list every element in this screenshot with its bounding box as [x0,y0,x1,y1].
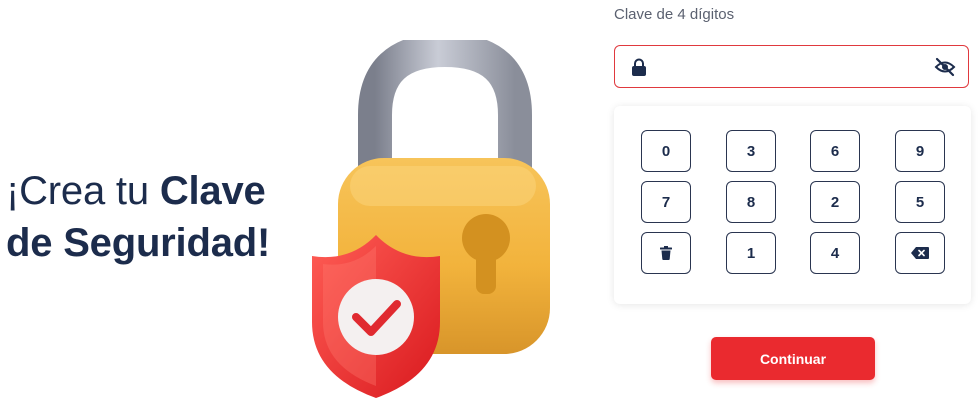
pin-field-label: Clave de 4 dígitos [614,6,735,23]
key-1[interactable]: 1 [726,232,776,274]
key-8[interactable]: 8 [726,181,776,223]
padlock-shield-illustration [312,40,550,398]
key-3[interactable]: 3 [726,130,776,172]
clear-button[interactable] [641,232,691,274]
pin-field[interactable] [614,45,969,88]
pin-input[interactable] [657,52,931,84]
key-2[interactable]: 2 [810,181,860,223]
continue-button[interactable]: Continuar [711,337,875,380]
key-0[interactable]: 0 [641,130,691,172]
key-7[interactable]: 7 [641,181,691,223]
key-4[interactable]: 4 [810,232,860,274]
trash-icon [660,246,672,260]
page-headline: ¡Crea tu Clave de Seguridad! [6,165,270,269]
check-circle [338,279,414,355]
eye-off-icon[interactable] [934,57,956,77]
lock-icon [632,58,646,76]
headline-text-intro: ¡Crea tu [6,169,160,213]
headline-line-2: de Seguridad! [6,221,271,265]
backspace-icon [911,247,929,259]
headline-line-1: ¡Crea tu Clave [6,165,270,217]
backspace-button[interactable] [895,232,945,274]
headline-text-clave: Clave [159,169,266,213]
numeric-keypad: 0 3 6 9 7 8 2 5 1 4 [614,106,971,304]
key-5[interactable]: 5 [895,181,945,223]
key-6[interactable]: 6 [810,130,860,172]
key-9[interactable]: 9 [895,130,945,172]
